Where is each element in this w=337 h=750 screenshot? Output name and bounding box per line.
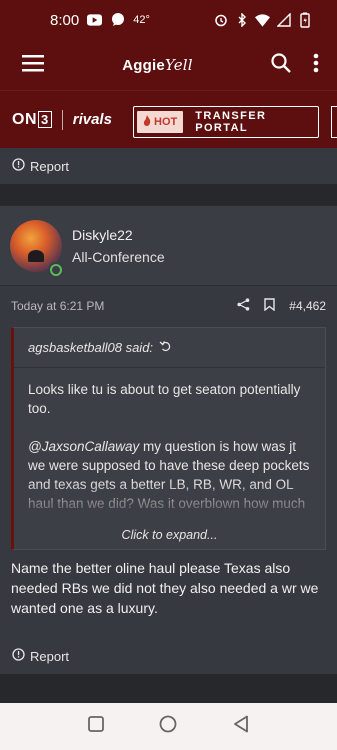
quote-fade xyxy=(14,481,325,521)
search-icon[interactable] xyxy=(271,52,291,78)
on3-box: 3 xyxy=(38,111,52,128)
system-nav-bar xyxy=(0,703,337,750)
brand-main: Aggie xyxy=(122,57,165,74)
hot-badge: HOT xyxy=(137,111,184,133)
hot-badge-label: HOT xyxy=(154,116,178,128)
youtube-icon xyxy=(87,13,103,28)
recent-apps-icon[interactable] xyxy=(87,716,104,737)
author-username[interactable]: Diskyle22 xyxy=(72,227,165,243)
back-icon[interactable] xyxy=(233,715,249,738)
chat-icon xyxy=(110,13,125,28)
author-rank: All-Conference xyxy=(72,248,165,265)
rivals-logo[interactable]: rivals xyxy=(73,111,112,128)
post-separator-bottom xyxy=(0,674,337,703)
bookmark-icon[interactable] xyxy=(264,298,275,314)
status-time: 8:00 xyxy=(50,11,80,29)
user-mention[interactable]: @JaxsonCallaway xyxy=(28,439,139,454)
transfer-portal-button[interactable]: HOT TRANSFER PORTAL xyxy=(133,106,319,138)
report-label: Report xyxy=(30,158,70,174)
avatar[interactable] xyxy=(10,219,64,278)
on3-logo[interactable]: ON 3 xyxy=(12,111,52,129)
battery-icon xyxy=(297,12,312,28)
post-author: Diskyle22 All-Conference xyxy=(0,205,337,285)
post-body: Name the better oline haul please Texas … xyxy=(11,560,319,616)
report-link[interactable]: Report xyxy=(0,638,337,674)
next-partner-button[interactable] xyxy=(331,106,337,138)
signal-icon xyxy=(276,13,291,28)
alert-circle-icon xyxy=(12,158,25,174)
report-label: Report xyxy=(30,648,70,664)
alarm-icon xyxy=(213,13,228,28)
goto-quote-icon[interactable] xyxy=(159,340,171,355)
post-footer-spacer xyxy=(0,630,337,638)
quote-author[interactable]: agsbasketball08 said: xyxy=(28,340,153,355)
avatar-silhouette xyxy=(28,249,44,262)
home-icon[interactable] xyxy=(159,715,177,738)
status-bar: 8:00 42° xyxy=(0,0,337,40)
site-logo[interactable]: AggieYell xyxy=(122,56,193,74)
post-separator xyxy=(0,184,337,205)
brand-script: Yell xyxy=(164,56,193,74)
post-number[interactable]: #4,462 xyxy=(289,299,326,313)
wifi-icon xyxy=(255,13,270,28)
app-bar: AggieYell xyxy=(0,40,337,90)
transfer-portal-label: TRANSFER PORTAL xyxy=(195,110,267,134)
post-message: Today at 6:21 PM #4,462 agsbasketball08 … xyxy=(0,285,337,630)
quote-block: agsbasketball08 said: Looks like tu is a… xyxy=(11,327,326,550)
bluetooth-icon xyxy=(234,13,249,28)
alert-circle-icon xyxy=(12,648,25,664)
menu-icon[interactable] xyxy=(22,54,44,77)
report-link-previous[interactable]: Report xyxy=(0,148,337,184)
quote-line-1: Looks like tu is about to get seaton pot… xyxy=(28,382,301,416)
share-icon[interactable] xyxy=(237,298,250,314)
more-vert-icon[interactable] xyxy=(313,53,319,78)
status-temperature: 42° xyxy=(133,14,150,26)
flame-icon xyxy=(143,115,151,129)
on3-prefix: ON xyxy=(12,110,37,128)
post-timestamp[interactable]: Today at 6:21 PM xyxy=(11,299,104,313)
partner-bar: ON 3 rivals HOT TRANSFER PORTAL xyxy=(0,90,337,148)
online-status-icon xyxy=(48,261,64,278)
logo-divider xyxy=(61,109,63,130)
expand-quote-button[interactable]: Click to expand... xyxy=(14,521,325,549)
